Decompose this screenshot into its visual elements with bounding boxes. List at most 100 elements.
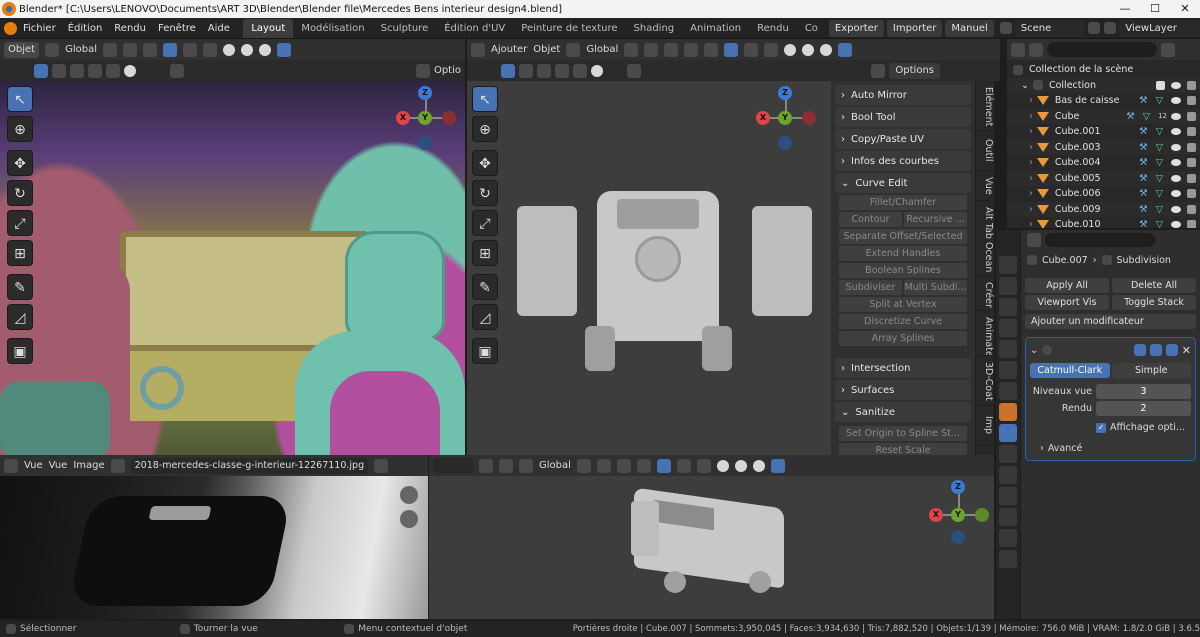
falloff-icon[interactable] (616, 458, 631, 473)
tab-sculpting[interactable]: Sculpture (373, 19, 437, 38)
scene-collection-row[interactable]: Collection de la scène (1007, 62, 1200, 78)
particles-tab-icon[interactable] (999, 445, 1017, 463)
collection-tab-icon[interactable] (999, 382, 1017, 400)
simple-button[interactable]: Simple (1111, 363, 1191, 378)
viewlayer-field[interactable]: ViewLayer (1119, 19, 1200, 37)
transform-tool-icon[interactable]: ⊞ (472, 240, 498, 266)
tab-animation[interactable]: Animation (682, 19, 749, 38)
collection-row[interactable]: ⌄ Collection (1007, 77, 1200, 93)
cursor-tool-icon[interactable]: ⊕ (7, 116, 33, 142)
tab-modeling[interactable]: Modélisation (293, 19, 372, 38)
view-mode-select[interactable]: Vue (24, 460, 43, 471)
viewport-toggle-icon[interactable] (1149, 344, 1162, 356)
outliner-item[interactable]: › Cube.001 ⚒ ▽ (1007, 124, 1200, 140)
set-origin-button[interactable]: Set Origin to Spline St... (839, 426, 967, 441)
section-sanitize[interactable]: ⌄ Sanitize (835, 402, 971, 422)
outliner-item[interactable]: › Cube.010 ⚒ ▽ (1007, 217, 1200, 228)
transform-tool-icon[interactable]: ⊞ (7, 240, 33, 266)
pivot-icon[interactable] (102, 42, 117, 57)
tab-rendering[interactable]: Rendu (749, 19, 797, 38)
gizmo-neg-x-icon[interactable] (802, 111, 816, 125)
discretize-curve-button[interactable]: Discretize Curve (839, 314, 967, 329)
checkbox-icon[interactable] (1156, 80, 1165, 90)
section-surfaces[interactable]: › Surfaces (835, 380, 971, 400)
menu-edit[interactable]: Édition (62, 18, 109, 39)
tab-item[interactable]: Élément (976, 81, 994, 131)
material-shading-icon[interactable] (734, 459, 747, 472)
eye-icon[interactable] (1171, 205, 1181, 213)
rotate-tool-icon[interactable]: ↻ (7, 180, 33, 206)
contour-button[interactable]: Contour (839, 212, 902, 227)
proportional-icon[interactable] (664, 42, 679, 57)
remove-modifier-icon[interactable]: ✕ (1182, 344, 1191, 357)
tab-compositing[interactable]: Co (797, 19, 826, 38)
section-curve-edit[interactable]: ⌄ Curve Edit (835, 173, 971, 193)
modifier-tab-icon[interactable] (999, 424, 1017, 442)
navigation-gizmo[interactable]: Z X Y (392, 86, 458, 152)
cursor-tool-icon[interactable]: ⊕ (472, 116, 498, 142)
render-toggle-icon[interactable] (1165, 344, 1178, 356)
eye-icon[interactable] (1171, 190, 1181, 198)
annotate-tool-icon[interactable]: ✎ (7, 274, 33, 300)
menu-add[interactable]: Ajouter (491, 44, 527, 55)
outliner-item[interactable]: › Cube.005 ⚒ ▽ (1007, 170, 1200, 186)
rendered-shading-icon[interactable] (752, 459, 765, 472)
xray-icon[interactable] (764, 42, 779, 57)
select-mode-icon[interactable] (537, 63, 551, 78)
gizmo-neg-z-icon[interactable] (778, 136, 792, 150)
select-box-icon[interactable] (501, 63, 515, 78)
solid-shading-icon[interactable] (784, 43, 797, 56)
select-mode-icon[interactable] (88, 63, 102, 78)
gizmo-neg-z-icon[interactable] (418, 136, 432, 150)
gizmo-neg-x-icon[interactable] (442, 111, 456, 125)
measure-tool-icon[interactable]: ◿ (472, 304, 498, 330)
tab-alt-tab-ocean[interactable]: Alt Tab Ocean (976, 201, 994, 276)
render-tab-icon[interactable] (999, 277, 1017, 295)
annotate-tool-icon[interactable]: ✎ (472, 274, 498, 300)
subdivide-button[interactable]: Subdiviser (839, 280, 902, 295)
gizmo-z-icon[interactable]: Z (951, 480, 965, 494)
solid-shading-icon[interactable] (716, 459, 729, 472)
camera-icon[interactable] (1187, 173, 1196, 183)
visibility-icon[interactable] (636, 458, 651, 473)
manual-button[interactable]: Manuel (945, 19, 994, 37)
mode-select[interactable]: Objet (4, 41, 40, 58)
boolean-splines-button[interactable]: Boolean Splines (839, 263, 967, 278)
gizmo-y-icon[interactable]: Y (778, 111, 792, 125)
camera-icon[interactable] (1187, 158, 1196, 168)
select-mode-icon[interactable] (70, 63, 84, 78)
orientation-select[interactable]: Global (586, 44, 618, 55)
gizmo-z-icon[interactable]: Z (418, 86, 432, 100)
texture-tab-icon[interactable] (999, 550, 1017, 568)
orientation-select[interactable]: Global (539, 460, 571, 471)
options-button[interactable]: Options (889, 62, 940, 79)
scale-tool-icon[interactable]: ⤢ (472, 210, 498, 236)
pivot-icon[interactable] (624, 42, 639, 57)
tab-animate[interactable]: Animate (976, 311, 994, 356)
material-shading-icon[interactable] (240, 43, 253, 56)
section-bool-tool[interactable]: › Bool Tool (835, 107, 971, 127)
eye-icon[interactable] (1171, 143, 1181, 151)
viewlayer-icon[interactable] (1104, 22, 1117, 34)
tab-uv-editing[interactable]: Édition d'UV (436, 19, 513, 38)
gizmo-toggle-icon[interactable] (162, 42, 177, 57)
array-splines-button[interactable]: Array Splines (839, 331, 967, 346)
overlay-icon[interactable] (676, 458, 691, 473)
navigation-gizmo-bottom[interactable]: Z X Y (925, 480, 991, 546)
tab-create[interactable]: Créer (976, 276, 994, 311)
physics-tab-icon[interactable] (999, 466, 1017, 484)
menu-help[interactable]: Aide (202, 18, 236, 39)
filter-icon[interactable] (1161, 42, 1175, 57)
reference-image[interactable] (0, 476, 428, 619)
transform-icon[interactable] (479, 458, 493, 473)
gizmo-neg-z-icon[interactable] (951, 530, 965, 544)
car-3q-viewport[interactable] (429, 476, 994, 619)
select-mode-icon[interactable] (52, 63, 66, 78)
gizmo-x-icon[interactable]: X (396, 111, 410, 125)
separate-offset-button[interactable]: Separate Offset/Selected (839, 229, 967, 244)
eye-icon[interactable] (1171, 174, 1181, 182)
rendered-shading-icon[interactable] (258, 43, 271, 56)
eye-icon[interactable] (1171, 221, 1181, 228)
tab-view[interactable]: Vue (976, 171, 994, 201)
add-cube-tool-icon[interactable]: ▣ (7, 338, 33, 364)
